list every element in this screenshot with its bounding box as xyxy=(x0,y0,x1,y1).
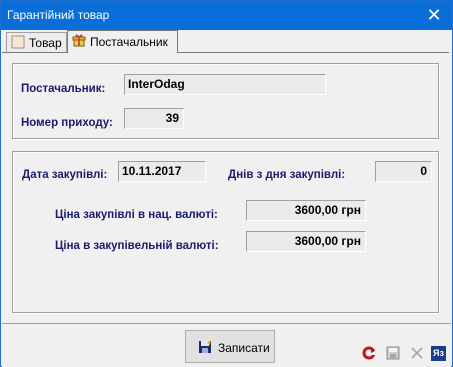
supplier-label: Постачальник: xyxy=(21,83,106,95)
delete-icon[interactable] xyxy=(410,346,424,360)
tab-product[interactable]: Товар xyxy=(6,32,67,52)
purchase-date-label: Дата закупівлі: xyxy=(22,169,108,181)
supplier-group: Постачальник: InterOdag Номер приходу: 3… xyxy=(12,63,439,139)
dialog-window: Гарантійний товар ✕ Товар Постачальник П… xyxy=(0,0,453,367)
price-purchase-field[interactable]: 3600,00 грн xyxy=(246,231,366,252)
tab-strip: Товар Постачальник xyxy=(1,30,452,53)
price-purchase-label: Ціна в закупівельній валюті: xyxy=(55,240,219,252)
bottom-toolbar: Записати Яз xyxy=(2,323,451,367)
disk-icon[interactable] xyxy=(386,346,400,360)
tab-product-label: Товар xyxy=(29,36,62,50)
box-icon xyxy=(11,35,25,49)
supplier-field[interactable]: InterOdag xyxy=(124,74,326,95)
title-bar: Гарантійний товар ✕ xyxy=(1,1,452,30)
price-national-label: Ціна закупівлі в нац. валюті: xyxy=(55,209,218,221)
close-icon[interactable]: ✕ xyxy=(424,5,444,25)
purchase-date-field[interactable]: 10.11.2017 xyxy=(118,161,206,182)
refresh-icon[interactable] xyxy=(362,346,376,360)
tab-supplier-label: Постачальник xyxy=(90,35,168,49)
price-national-field[interactable]: 3600,00 грн xyxy=(246,200,366,221)
floppy-save-icon xyxy=(199,340,211,353)
tab-supplier[interactable]: Постачальник xyxy=(67,30,178,53)
tab-content: Постачальник: InterOdag Номер приходу: 3… xyxy=(2,52,449,323)
receipt-number-field[interactable]: 39 xyxy=(124,108,184,129)
days-since-purchase-field[interactable]: 0 xyxy=(375,161,432,182)
language-icon[interactable]: Яз xyxy=(431,346,446,361)
save-button[interactable]: Записати xyxy=(185,330,275,363)
save-button-label: Записати xyxy=(218,341,270,355)
purchase-group: Дата закупівлі: 10.11.2017 Днів з дня за… xyxy=(12,151,439,313)
gift-icon xyxy=(72,34,86,47)
receipt-number-label: Номер приходу: xyxy=(21,117,113,129)
window-title: Гарантійний товар xyxy=(7,8,110,22)
days-since-purchase-label: Днів з дня закупівлі: xyxy=(228,169,346,181)
